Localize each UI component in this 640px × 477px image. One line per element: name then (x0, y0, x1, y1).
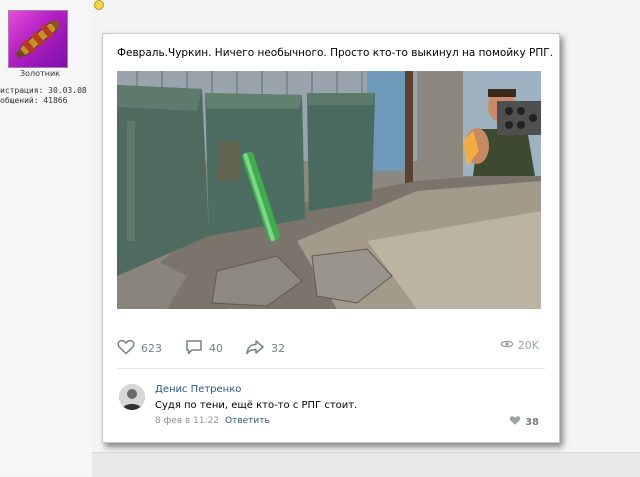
comment-author[interactable]: Денис Петренко (155, 384, 241, 395)
comment-like-button[interactable]: 38 (509, 415, 539, 429)
comment-count: 40 (209, 342, 223, 355)
divider (117, 368, 545, 369)
view-counter: 20K (500, 339, 539, 352)
comment-date[interactable]: 8 фев в 11:22 (155, 416, 219, 426)
view-count: 20K (517, 339, 539, 352)
eye-icon (500, 339, 514, 352)
share-button[interactable]: 32 (245, 339, 285, 358)
post-title: Февраль.Чуркин. Ничего необычного. Прост… (117, 47, 554, 59)
user-avatar[interactable] (8, 10, 68, 68)
share-count: 32 (271, 342, 285, 355)
like-count: 623 (141, 342, 162, 355)
commenter-avatar[interactable] (119, 384, 145, 410)
comment-text: Судя по тени, ещё кто-то с РПГ стоит. (155, 400, 358, 411)
heart-icon (117, 339, 135, 358)
share-icon (245, 339, 265, 358)
comment-like-count: 38 (525, 416, 539, 428)
user-rank: Золотник (20, 69, 60, 78)
smiley-icon (94, 0, 104, 10)
comment-button[interactable]: 40 (185, 339, 223, 358)
post-photo[interactable] (117, 71, 541, 309)
like-button[interactable]: 623 (117, 339, 162, 358)
heart-icon (509, 415, 521, 429)
forum-footer-strip (92, 452, 640, 477)
vk-post-screenshot: Февраль.Чуркин. Ничего необычного. Прост… (102, 33, 560, 443)
comment-icon (185, 339, 203, 358)
post-count: общений: 41866 (0, 96, 68, 105)
forum-user-panel: Золотник истрация: 30.03.08 общений: 418… (0, 0, 92, 476)
registration-date: истрация: 30.03.08 (0, 86, 87, 95)
reply-link[interactable]: Ответить (225, 416, 270, 426)
